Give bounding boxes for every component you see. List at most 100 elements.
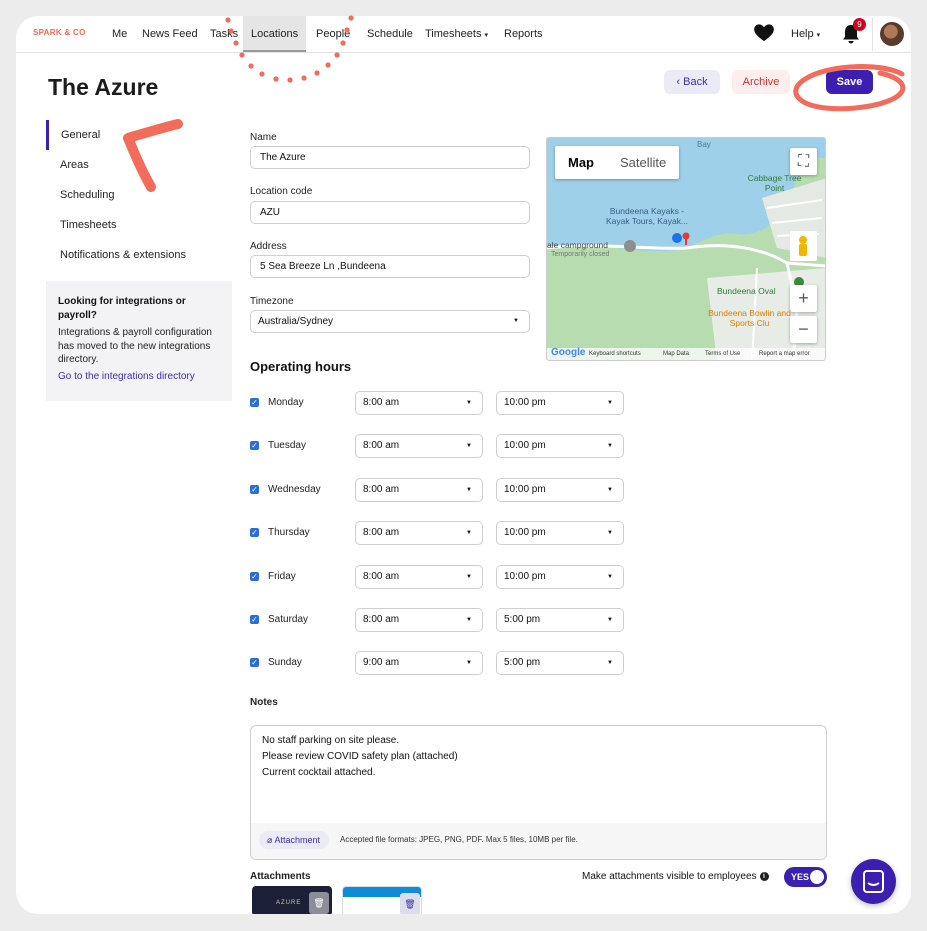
chevron-down-icon: ▼ xyxy=(607,443,613,449)
notes-label: Notes xyxy=(250,697,278,708)
archive-button[interactable]: Archive xyxy=(732,70,790,94)
day-checkbox[interactable]: ✓ xyxy=(250,615,259,624)
brand-logo[interactable]: SPARK & CO xyxy=(33,28,86,37)
notes-footer: ⌀ Attachment Accepted file formats: JPEG… xyxy=(251,823,826,859)
open-time-select[interactable]: 8:00 am ▼ xyxy=(355,478,483,502)
location-map[interactable]: Map Satellite ⛶ + − Bay Cabbage Tree Poi… xyxy=(546,137,826,361)
chevron-down-icon: ▼ xyxy=(607,400,613,406)
nav-tasks[interactable]: Tasks xyxy=(210,16,238,52)
close-time-value: 10:00 pm xyxy=(504,484,546,495)
toggle-knob xyxy=(810,870,824,884)
chevron-down-icon: ▼ xyxy=(607,617,613,623)
delete-attachment-icon[interactable]: 🗑 xyxy=(309,892,329,914)
chevron-down-icon: ▼ xyxy=(466,660,472,666)
day-checkbox[interactable]: ✓ xyxy=(250,658,259,667)
zoom-in-button[interactable]: + xyxy=(790,285,817,312)
integrations-link[interactable]: Go to the integrations directory xyxy=(58,370,220,384)
app-frame: SPARK & CO Me News Feed Tasks Locations … xyxy=(16,16,911,914)
notification-badge: 9 xyxy=(853,18,866,31)
fullscreen-icon[interactable]: ⛶ xyxy=(790,148,817,175)
open-time-select[interactable]: 9:00 am ▼ xyxy=(355,651,483,675)
zoom-out-button[interactable]: − xyxy=(790,316,817,343)
day-checkbox[interactable]: ✓ xyxy=(250,528,259,537)
map-type-tabs: Map Satellite xyxy=(555,146,680,179)
open-time-value: 8:00 am xyxy=(363,484,400,495)
open-time-value: 8:00 am xyxy=(363,440,400,451)
name-label: Name xyxy=(250,132,277,143)
sidebar-item-areas[interactable]: Areas xyxy=(46,150,232,180)
nav-timesheets[interactable]: Timesheets ▾ xyxy=(425,16,488,52)
map-shortcuts-link[interactable]: Keyboard shortcuts xyxy=(589,348,641,360)
map-label-bay: Bay xyxy=(697,140,711,149)
nav-help[interactable]: Help ▾ xyxy=(791,16,820,52)
nav-people[interactable]: People xyxy=(316,16,350,52)
map-report-link[interactable]: Report a map error xyxy=(759,348,810,360)
nav-locations[interactable]: Locations xyxy=(243,16,307,52)
close-time-select[interactable]: 10:00 pm ▼ xyxy=(496,521,624,545)
nav-me[interactable]: Me xyxy=(112,16,127,52)
chevron-down-icon: ▾ xyxy=(816,32,821,39)
delete-attachment-icon[interactable]: 🗑 xyxy=(400,893,420,914)
sidebar-item-scheduling[interactable]: Scheduling xyxy=(46,180,232,210)
open-time-value: 8:00 am xyxy=(363,571,400,582)
map-label-cabbage: Cabbage Tree Point xyxy=(747,173,802,193)
close-time-value: 10:00 pm xyxy=(504,571,546,582)
map-terms-link[interactable]: Terms of Use xyxy=(705,348,740,360)
heart-icon[interactable] xyxy=(754,24,774,42)
attachment-thumbnail[interactable]: AZURE 🗑 xyxy=(252,886,332,914)
close-time-select[interactable]: 10:00 pm ▼ xyxy=(496,478,624,502)
day-checkbox[interactable]: ✓ xyxy=(250,485,259,494)
chevron-down-icon: ▼ xyxy=(513,318,519,324)
save-button[interactable]: Save xyxy=(826,70,873,94)
map-tab-satellite[interactable]: Satellite xyxy=(607,146,679,179)
sidebar-item-general[interactable]: General xyxy=(46,120,232,150)
avatar[interactable] xyxy=(880,22,904,46)
close-time-select[interactable]: 10:00 pm ▼ xyxy=(496,391,624,415)
chat-launcher-button[interactable] xyxy=(851,859,896,904)
open-time-select[interactable]: 8:00 am ▼ xyxy=(355,434,483,458)
map-label-bowling: Bundeena Bowlin and Sports Clu xyxy=(708,308,791,328)
sidebar-item-timesheets[interactable]: Timesheets xyxy=(46,210,232,240)
nav-news-feed[interactable]: News Feed xyxy=(142,16,198,52)
day-label: Saturday xyxy=(268,614,309,625)
nav-reports[interactable]: Reports xyxy=(504,16,543,52)
open-time-select[interactable]: 8:00 am ▼ xyxy=(355,391,483,415)
location-code-label: Location code xyxy=(250,186,313,197)
page-title: The Azure xyxy=(48,74,159,100)
map-data-link[interactable]: Map Data xyxy=(663,348,689,360)
notes-textarea[interactable]: No staff parking on site please. Please … xyxy=(250,725,827,860)
attachment-button[interactable]: ⌀ Attachment xyxy=(259,831,329,849)
sidebar-item-notifications[interactable]: Notifications & extensions xyxy=(46,240,232,270)
day-checkbox[interactable]: ✓ xyxy=(250,441,259,450)
chat-icon xyxy=(863,870,884,893)
close-time-select[interactable]: 5:00 pm ▼ xyxy=(496,651,624,675)
notes-text: No staff parking on site please. Please … xyxy=(262,733,458,781)
close-time-value: 5:00 pm xyxy=(504,614,541,625)
open-time-select[interactable]: 8:00 am ▼ xyxy=(355,608,483,632)
hours-row-tuesday: ✓ Tuesday 8:00 am ▼ 10:00 pm ▼ xyxy=(250,434,630,458)
open-time-select[interactable]: 8:00 am ▼ xyxy=(355,521,483,545)
nav-help-label: Help xyxy=(791,28,814,40)
nav-schedule[interactable]: Schedule xyxy=(367,16,413,52)
map-label-closed: Temporarily closed xyxy=(551,251,610,258)
open-time-select[interactable]: 8:00 am ▼ xyxy=(355,565,483,589)
chevron-down-icon: ▼ xyxy=(607,487,613,493)
close-time-select[interactable]: 5:00 pm ▼ xyxy=(496,608,624,632)
attachment-thumbnail-text: AZURE xyxy=(276,900,302,906)
close-time-select[interactable]: 10:00 pm ▼ xyxy=(496,565,624,589)
accepted-formats-note: Accepted file formats: JPEG, PNG, PDF. M… xyxy=(340,835,578,844)
attachment-thumbnail[interactable]: 🗑 xyxy=(342,886,422,914)
chevron-down-icon: ▼ xyxy=(607,530,613,536)
name-input[interactable]: The Azure xyxy=(250,146,530,169)
close-time-select[interactable]: 10:00 pm ▼ xyxy=(496,434,624,458)
map-tab-map[interactable]: Map xyxy=(555,146,607,179)
day-checkbox[interactable]: ✓ xyxy=(250,398,259,407)
location-code-input[interactable]: AZU xyxy=(250,201,530,224)
back-button[interactable]: ‹ Back xyxy=(664,70,720,94)
day-checkbox[interactable]: ✓ xyxy=(250,572,259,581)
attachments-visibility-toggle[interactable]: YES xyxy=(784,867,827,887)
address-input[interactable]: 5 Sea Breeze Ln ,Bundeena xyxy=(250,255,530,278)
close-time-value: 10:00 pm xyxy=(504,397,546,408)
info-icon[interactable]: i xyxy=(759,871,769,881)
timezone-select[interactable]: Australia/Sydney ▼ xyxy=(250,310,530,333)
